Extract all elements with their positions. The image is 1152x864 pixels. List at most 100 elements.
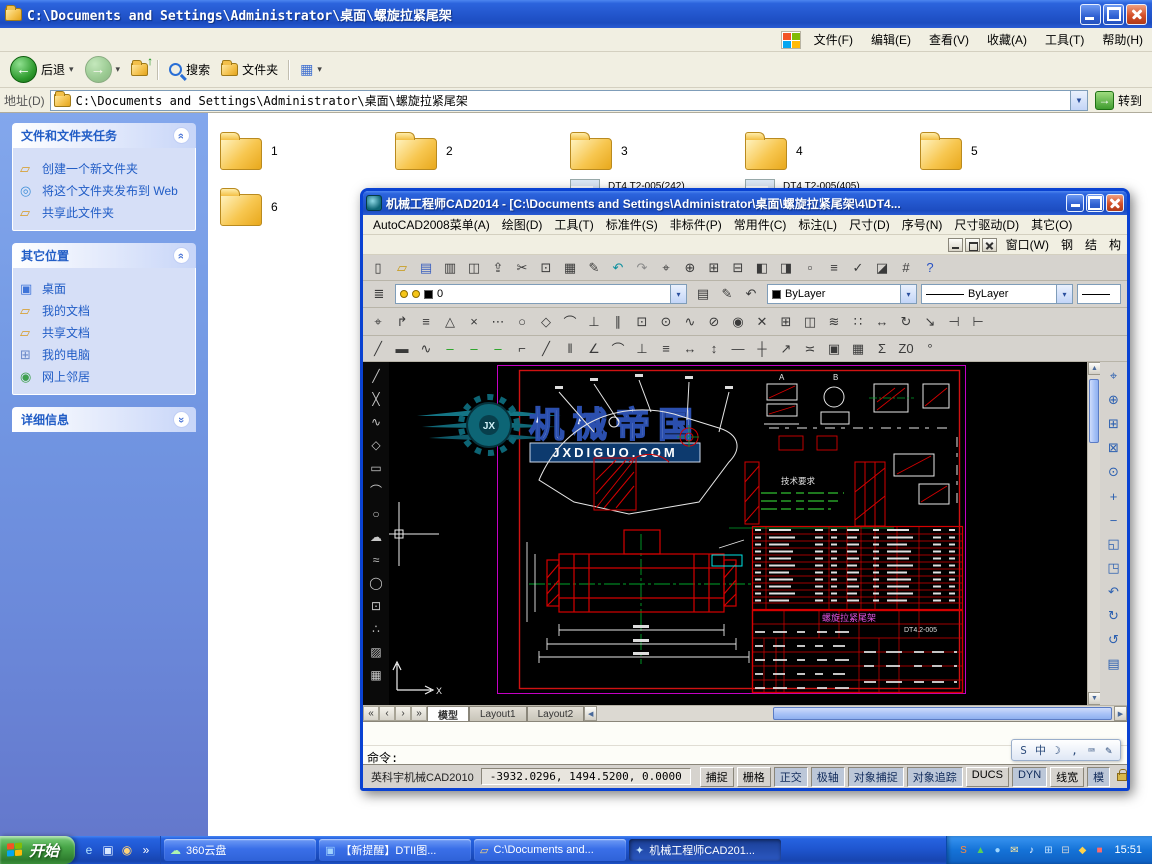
tab-layout1[interactable]: Layout1 bbox=[469, 706, 527, 721]
table-icon[interactable]: ▦ bbox=[846, 338, 870, 359]
menu-item[interactable]: 查看(V) bbox=[920, 28, 978, 51]
status-toggle-button[interactable]: 线宽 bbox=[1050, 767, 1084, 787]
quadrant-snap-icon[interactable]: ◇ bbox=[534, 311, 558, 332]
shared-documents-link[interactable]: ▱ 共享文档 bbox=[20, 326, 188, 341]
table-tool-icon[interactable]: ▦ bbox=[365, 663, 387, 686]
views-button[interactable]: ▦ ▾ bbox=[296, 59, 326, 80]
sheet-set-icon[interactable]: ≡ bbox=[822, 257, 846, 278]
erase-icon[interactable]: ✕ bbox=[750, 311, 774, 332]
trim-icon[interactable]: ⊣ bbox=[942, 311, 966, 332]
polygon-tool-icon[interactable]: ◇ bbox=[365, 433, 387, 456]
properties-icon[interactable]: ◧ bbox=[750, 257, 774, 278]
lineweight-combo[interactable] bbox=[1077, 284, 1121, 304]
ime-settings-icon[interactable]: ✎ bbox=[1102, 744, 1115, 757]
degree-icon[interactable]: ° bbox=[918, 338, 942, 359]
plot-icon[interactable]: ▥ bbox=[438, 257, 462, 278]
other-places-header[interactable]: 其它位置 » bbox=[12, 243, 196, 268]
zoom-scale-tool-icon[interactable]: ⊠ bbox=[1102, 436, 1126, 460]
fullwidth-moon-icon[interactable]: ☽ bbox=[1051, 744, 1064, 757]
pan-icon[interactable]: ⌖ bbox=[654, 257, 678, 278]
share-folder-link[interactable]: ▱ 共享此文件夹 bbox=[20, 206, 188, 221]
lang-toggle-icon[interactable]: 中 bbox=[1034, 742, 1047, 758]
regen-tool-icon[interactable]: ↺ bbox=[1102, 628, 1126, 652]
tray-network-icon[interactable]: ⊞ bbox=[1041, 845, 1055, 856]
polyline-icon[interactable]: ∿ bbox=[414, 338, 438, 359]
zoom-window-icon[interactable]: ⊞ bbox=[702, 257, 726, 278]
address-input[interactable]: C:\Documents and Settings\Administrator\… bbox=[50, 90, 1088, 111]
zoom-out-tool-icon[interactable]: − bbox=[1102, 508, 1126, 532]
green-linetype-3-icon[interactable]: – bbox=[486, 338, 510, 359]
match-properties-icon[interactable]: ✎ bbox=[582, 257, 606, 278]
tray-antivirus-icon[interactable]: ■ bbox=[1092, 845, 1106, 856]
center-mark-icon[interactable]: ┼ bbox=[750, 338, 774, 359]
arc-tool-icon[interactable]: ⌒ bbox=[365, 479, 387, 502]
leader-icon[interactable]: ↗ bbox=[774, 338, 798, 359]
endpoint-snap-icon[interactable]: ≡ bbox=[414, 311, 438, 332]
cut-icon[interactable]: ✂ bbox=[510, 257, 534, 278]
create-new-folder-link[interactable]: ▱ 创建一个新文件夹 bbox=[20, 162, 188, 177]
offset-icon[interactable]: ≋ bbox=[822, 311, 846, 332]
parallel-lines-icon[interactable]: ‖ bbox=[558, 338, 582, 359]
scrollbar-thumb[interactable] bbox=[1089, 379, 1099, 443]
zoom-realtime-tool-icon[interactable]: ⊕ bbox=[1102, 388, 1126, 412]
cad-menu-item[interactable]: 标注(L) bbox=[792, 214, 843, 235]
tray-qq-icon[interactable]: ● bbox=[990, 845, 1004, 856]
cad-menu-item[interactable]: AutoCAD2008菜单(A) bbox=[367, 214, 496, 235]
go-button[interactable]: → 转到 bbox=[1093, 90, 1148, 111]
temporary-track-icon[interactable]: ⌖ bbox=[366, 311, 390, 332]
extension-snap-icon[interactable]: ⋯ bbox=[486, 311, 510, 332]
status-toggle-button[interactable]: 栅格 bbox=[737, 767, 771, 787]
no-snap-icon[interactable]: ⊘ bbox=[702, 311, 726, 332]
prev-tab-icon[interactable]: ‹ bbox=[379, 706, 395, 721]
color-combo[interactable]: ByLayer ▾ bbox=[767, 284, 917, 304]
tray-mail-icon[interactable]: ✉ bbox=[1007, 845, 1021, 856]
node-snap-icon[interactable]: ⊙ bbox=[654, 311, 678, 332]
zoom-center-tool-icon[interactable]: ⊙ bbox=[1102, 460, 1126, 484]
circle-tool-icon[interactable]: ○ bbox=[365, 502, 387, 525]
cad-restore-button[interactable] bbox=[1086, 194, 1104, 212]
nearest-snap-icon[interactable]: ∿ bbox=[678, 311, 702, 332]
point-tool-icon[interactable]: ∴ bbox=[365, 617, 387, 640]
mdi-restore-button[interactable] bbox=[965, 238, 980, 252]
mirror-icon[interactable]: ◫ bbox=[798, 311, 822, 332]
back-dropdown-icon[interactable]: ▾ bbox=[69, 64, 74, 75]
zoom-previous-tool-icon[interactable]: ↶ bbox=[1102, 580, 1126, 604]
midpoint-snap-icon[interactable]: △ bbox=[438, 311, 462, 332]
green-linetype-2-icon[interactable]: – bbox=[462, 338, 486, 359]
tab-layout2[interactable]: Layout2 bbox=[527, 706, 585, 721]
file-tasks-header[interactable]: 文件和文件夹任务 » bbox=[12, 123, 196, 148]
polyline-tool-icon[interactable]: ∿ bbox=[365, 410, 387, 433]
extend-icon[interactable]: ⊢ bbox=[966, 311, 990, 332]
folder-tile[interactable]: 5 bbox=[920, 123, 1085, 179]
status-toggle-button[interactable]: 对象捕捉 bbox=[848, 767, 904, 787]
cad-close-button[interactable] bbox=[1106, 194, 1124, 212]
drawing-canvas[interactable]: JX 机械帝国 JXDIGUO.COM bbox=[389, 362, 1087, 705]
named-views-tool-icon[interactable]: ▤ bbox=[1102, 652, 1126, 676]
folder-tile[interactable]: 1 bbox=[220, 123, 385, 179]
cad-menu-item[interactable]: 工具(T) bbox=[548, 214, 599, 235]
first-tab-icon[interactable]: « bbox=[363, 706, 379, 721]
zo-icon[interactable]: Z0 bbox=[894, 338, 918, 359]
taskbtn-dtii-notice[interactable]: ▣ 【新提醒】DTII图... bbox=[319, 839, 471, 861]
folder-tile[interactable]: 4 bbox=[745, 123, 910, 179]
drawing-horizontal-scrollbar[interactable]: ◀ ▶ bbox=[584, 706, 1127, 721]
calculator-icon[interactable]: # bbox=[894, 257, 918, 278]
cad-menu-item[interactable]: 序号(N) bbox=[896, 214, 949, 235]
my-computer-link[interactable]: ⊞ 我的电脑 bbox=[20, 348, 188, 363]
cad-menu-item[interactable]: 其它(O) bbox=[1025, 214, 1078, 235]
spline-tool-icon[interactable]: ≈ bbox=[365, 548, 387, 571]
details-header[interactable]: 详细信息 » bbox=[12, 407, 196, 432]
tangent-snap-icon[interactable]: ⌒ bbox=[558, 311, 582, 332]
linetype-combo-arrow[interactable]: ▾ bbox=[1056, 285, 1072, 303]
zoom-all-tool-icon[interactable]: ◱ bbox=[1102, 532, 1126, 556]
hatch-lines-icon[interactable]: ≡ bbox=[654, 338, 678, 359]
perpendicular-snap-icon[interactable]: ⊥ bbox=[582, 311, 606, 332]
revision-cloud-tool-icon[interactable]: ☁ bbox=[365, 525, 387, 548]
menu-item[interactable]: 工具(T) bbox=[1036, 28, 1093, 51]
paste-icon[interactable]: ▦ bbox=[558, 257, 582, 278]
line-tool-icon[interactable]: ╱ bbox=[365, 364, 387, 387]
minimize-button[interactable] bbox=[1080, 4, 1101, 25]
status-toggle-button[interactable]: 模 bbox=[1087, 767, 1110, 787]
perpendicular-line-icon[interactable]: ⊥ bbox=[630, 338, 654, 359]
tray-update-icon[interactable]: ◆ bbox=[1075, 845, 1089, 856]
